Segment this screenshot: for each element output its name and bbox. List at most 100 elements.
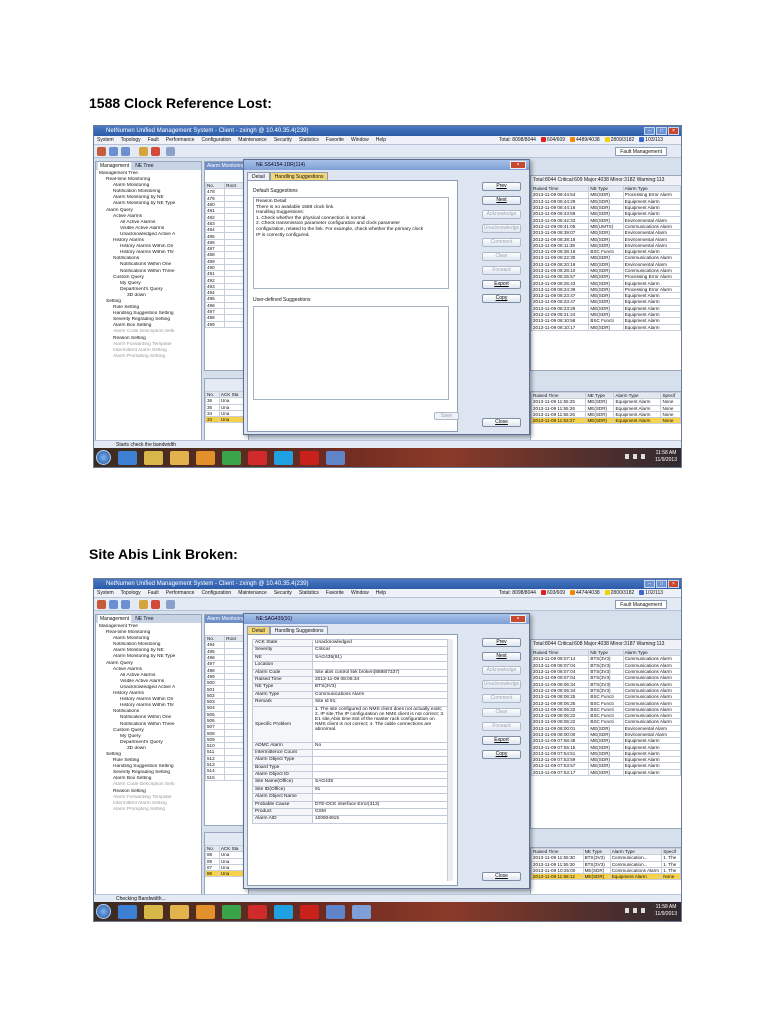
attribute-row[interactable]: Alarm AID 100604915	[252, 815, 448, 824]
menu-item[interactable]: System	[97, 589, 114, 597]
start-button[interactable]	[96, 450, 111, 465]
menu-item[interactable]: Security	[274, 136, 292, 144]
table-row[interactable]: 2013-11-09 07:55:15 ME(SDR) Equipment Alar…	[530, 743, 681, 751]
comment-button[interactable]: Comment	[482, 238, 521, 247]
table-row[interactable]: 2013-11-09 08:23:29 ME(SDR) Equipment Alar…	[530, 304, 681, 312]
tree-item[interactable]: Alarm Prompting Setting	[99, 354, 201, 360]
menu-item[interactable]: Help	[376, 136, 386, 144]
home-icon[interactable]	[97, 147, 106, 156]
table-row[interactable]: 2013-11-09 08:24:39 ME(SDR) Processing Err…	[530, 285, 681, 294]
menu-item[interactable]: Fault	[148, 136, 159, 144]
menu-item[interactable]: Favorite	[326, 589, 344, 597]
table-row[interactable]: 2013-11-09 08:06:25 BSC Functi Communicati…	[530, 699, 681, 707]
prev-button[interactable]: Prev	[482, 182, 521, 191]
menu-item[interactable]: Performance	[166, 136, 195, 144]
attribute-row[interactable]: NE Type BTS(3V3)	[252, 683, 448, 692]
attribute-row[interactable]: NE SAG435(91)	[252, 653, 448, 663]
table-row[interactable]: 33 Una	[205, 416, 249, 424]
skype-icon[interactable]	[274, 904, 293, 919]
table-row[interactable]: 2013-11-09 08:06:34 BTS(3V3) Communication…	[530, 686, 681, 695]
menu-item[interactable]: Window	[351, 136, 369, 144]
taskbar-clock[interactable]: 11:58 AM 11/9/2013	[655, 450, 677, 464]
pdf-icon[interactable]	[300, 450, 319, 465]
table-row[interactable]: 2013-11-09 08:21:24 ME(SDR) Equipment Alar…	[530, 310, 681, 319]
unacknowledge-button[interactable]: Unacknowledge	[482, 680, 521, 689]
close-dialog-button[interactable]: Close	[482, 418, 521, 427]
table-row[interactable]: 2013-11-09 08:39:07 ME(SDR) Environmental …	[530, 229, 681, 237]
export-button[interactable]: Export	[482, 280, 521, 289]
table-row[interactable]: 2013-11-09 08:07:04 BTS(3V3) Communication…	[530, 661, 681, 669]
fault-management-dropdown[interactable]: Fault Management	[615, 600, 667, 609]
table-row[interactable]: 2013-11-09 11:58:12 ME(SDR) Equipment Alar…	[531, 873, 681, 881]
table-row[interactable]: 2013-11-09 08:06:22 BSC Functi Communicati…	[530, 711, 681, 720]
menu-item[interactable]: Configuration	[201, 136, 231, 144]
clear-button[interactable]: Clear	[482, 252, 521, 261]
tray-icon[interactable]	[641, 908, 645, 913]
menu-item[interactable]: Topology	[121, 136, 141, 144]
acknowledge-button[interactable]: Acknowledge	[482, 666, 521, 675]
next-button[interactable]: Next	[482, 196, 521, 205]
chrome-icon[interactable]	[222, 450, 241, 465]
fault-management-dropdown[interactable]: Fault Management	[615, 147, 667, 156]
attribute-row[interactable]: Site Name(Office) SAG435	[252, 778, 448, 787]
table-row[interactable]: 2013-11-09 08:06:22 BSC Functi Communicati…	[530, 705, 681, 713]
copy-button[interactable]: Copy	[482, 294, 521, 303]
menu-item[interactable]: Performance	[166, 589, 195, 597]
table-row[interactable]: 2013-11-09 08:42:33 ME(SDR) Environmental …	[530, 216, 681, 224]
dialog-close-icon[interactable]: ×	[510, 615, 526, 623]
prev-button[interactable]: Prev	[482, 638, 521, 647]
copy-button[interactable]: Copy	[482, 750, 521, 759]
attribute-row[interactable]: Probable Cause DTE-DCE interface Error(31…	[252, 800, 448, 810]
table-row[interactable]: 86 Una	[205, 870, 249, 878]
forward-button[interactable]: Forward	[482, 722, 521, 731]
table-row[interactable]: 2013-11-09 07:54:51 ME(SDR) Equipment Alar…	[530, 749, 681, 758]
tray-icon[interactable]	[633, 454, 637, 459]
opera-icon[interactable]	[248, 450, 267, 465]
close-button[interactable]: ×	[668, 127, 679, 135]
attribute-row[interactable]: Alarm Object ID	[252, 771, 448, 780]
alarm-icon[interactable]	[151, 600, 160, 609]
user-suggestions-textarea[interactable]	[253, 306, 449, 400]
attribute-row[interactable]: Raised Time 2013-11-09 08:06:34	[252, 675, 448, 685]
table-row[interactable]: 2013-11-09 07:53:57 ME(SDR) Equipment Alar…	[530, 762, 681, 770]
table-row[interactable]: 2013-11-09 07:58:48 ME(SDR) Equipment Alar…	[530, 737, 681, 745]
forward-button[interactable]: Forward	[482, 266, 521, 275]
table-row[interactable]: 2013-11-09 08:07:04 BTS(3V3) Communication…	[530, 674, 681, 682]
grid-icon[interactable]	[166, 600, 175, 609]
table-row[interactable]: 2013-11-09 08:41:05 ME(UMTS) Communication…	[530, 222, 681, 231]
table-row[interactable]: 2013-11-09 08:00:00 ME(SDR) Environmental …	[530, 730, 681, 739]
media-player-icon[interactable]	[196, 904, 215, 919]
table-row[interactable]: 2013-11-09 08:44:16 ME(SDR) Equipment Alar…	[530, 203, 681, 212]
table-row[interactable]: 2013-11-09 08:28:10 ME(SDR) Communications…	[530, 266, 681, 275]
ie-icon[interactable]	[118, 904, 137, 919]
acknowledge-button[interactable]: Acknowledge	[482, 210, 521, 219]
attribute-row[interactable]: ACK State Unacknowledged	[252, 638, 448, 648]
attribute-row[interactable]: Specific Problem 1. The site configured o…	[252, 705, 448, 743]
table-row[interactable]: 2013-11-09 08:20:19 ME(SDR) Environmental …	[530, 260, 681, 268]
table-row[interactable]: 2013-11-09 08:43:59 ME(SDR) Equipment Alar…	[530, 210, 681, 218]
attribute-row[interactable]: Location	[252, 661, 448, 670]
table-row[interactable]: 2013-11-09 08:06:22 BSC Functi Communicati…	[530, 718, 681, 726]
start-button[interactable]	[96, 904, 111, 919]
table-row[interactable]: 2013-11-09 08:07:04 BTS(3V3) Communication…	[530, 667, 681, 676]
menu-item[interactable]: Configuration	[201, 589, 231, 597]
maximize-button[interactable]: □	[656, 580, 667, 588]
back-icon[interactable]	[109, 147, 118, 156]
search-icon[interactable]	[139, 600, 148, 609]
attribute-row[interactable]: Alarm Object Type	[252, 756, 448, 765]
tab-management[interactable]: Management	[98, 615, 132, 623]
table-row[interactable]: 2013-11-09 08:25:57 ME(SDR) Processing Err…	[530, 273, 681, 281]
explorer-icon[interactable]	[144, 450, 163, 465]
tab-ne-tree[interactable]: NE Tree	[135, 615, 153, 623]
menu-item[interactable]: Favorite	[326, 136, 344, 144]
alarm-icon[interactable]	[151, 147, 160, 156]
tab-ne-tree[interactable]: NE Tree	[135, 162, 153, 170]
tray-icon[interactable]	[633, 908, 637, 913]
table-row[interactable]: 2013-11-09 08:22:30 ME(SDR) Communications…	[530, 254, 681, 262]
table-row[interactable]: 2013-11-09 08:23:47 ME(SDR) Equipment Alar…	[530, 292, 681, 300]
back-icon[interactable]	[109, 600, 118, 609]
menu-item[interactable]: Statistics	[299, 136, 319, 144]
next-button[interactable]: Next	[482, 652, 521, 661]
opera-icon[interactable]	[248, 904, 267, 919]
menu-item[interactable]: System	[97, 136, 114, 144]
